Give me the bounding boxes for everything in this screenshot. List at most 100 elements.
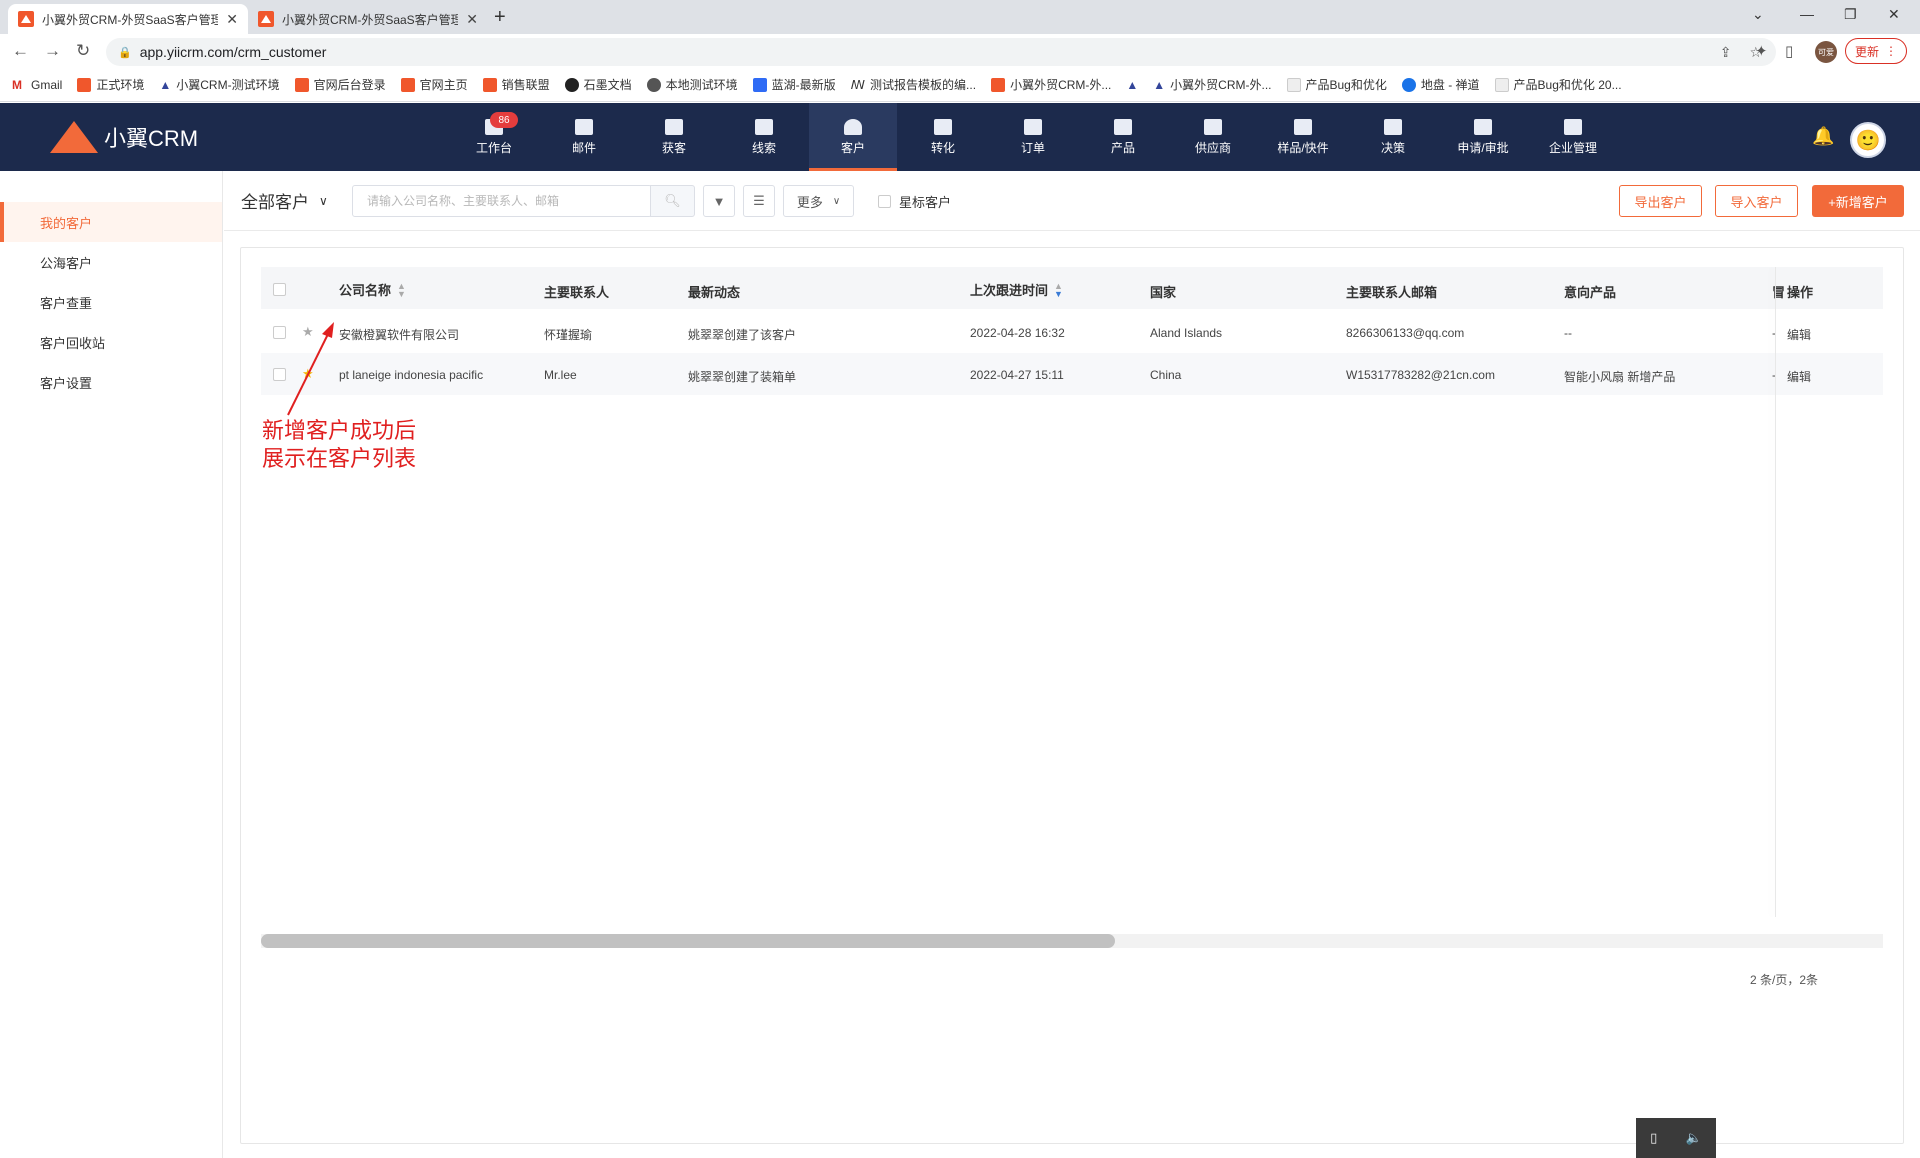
column-settings-button[interactable]: ☰ bbox=[743, 185, 775, 217]
bookmark-label: 产品Bug和优化 20... bbox=[1513, 78, 1622, 92]
edit-link[interactable]: 编辑 bbox=[1787, 326, 1811, 343]
bookmark-item[interactable]: 产品Bug和优化 bbox=[1286, 76, 1387, 93]
nav-item-enterprise[interactable]: 企业管理 bbox=[1529, 103, 1617, 171]
sort-icon[interactable]: ▲ ▼ bbox=[397, 281, 406, 298]
triangle-logo-icon: ▲ bbox=[1126, 77, 1139, 92]
nav-item-leads[interactable]: 线索 bbox=[720, 103, 808, 171]
sidebar-item-recycle-bin[interactable]: 客户回收站 bbox=[0, 322, 222, 362]
filter-button[interactable]: ▼ bbox=[703, 185, 735, 217]
sidebar-item-duplicate-check[interactable]: 客户查重 bbox=[0, 282, 222, 322]
back-icon[interactable]: ← bbox=[12, 41, 29, 61]
bookmark-item[interactable]: ▲ 小翼外贸CRM-外... bbox=[1153, 76, 1271, 93]
sidebar-item-public-customers[interactable]: 公海客户 bbox=[0, 242, 222, 282]
app-favicon-icon bbox=[991, 77, 1006, 92]
user-avatar[interactable]: 🙂 bbox=[1850, 122, 1886, 158]
select-all-checkbox[interactable] bbox=[273, 283, 286, 296]
restore-icon[interactable]: ❐ bbox=[1844, 6, 1857, 23]
bookmark-item[interactable]: 产品Bug和优化 20... bbox=[1494, 76, 1622, 93]
close-window-icon[interactable]: ✕ bbox=[1888, 6, 1900, 23]
search-button[interactable]: 🔍︎ bbox=[650, 185, 695, 217]
nav-item-conversion[interactable]: 转化 bbox=[899, 103, 987, 171]
browser-tab[interactable]: 小翼外贸CRM-外贸SaaS客户管理 ✕ bbox=[248, 4, 488, 34]
address-bar[interactable]: 🔒 app.yiicrm.com/crm_customer ⇪ ☆ bbox=[106, 38, 1776, 66]
supplier-icon bbox=[1204, 118, 1222, 135]
nav-item-mail[interactable]: 邮件 bbox=[540, 103, 628, 171]
column-header-company[interactable]: 公司名称 ▲ ▼ bbox=[339, 280, 406, 299]
search-input[interactable] bbox=[352, 185, 652, 217]
bookmark-item[interactable]: 石墨文档 bbox=[564, 76, 632, 93]
side-panel-icon[interactable]: ▯ bbox=[1785, 42, 1793, 60]
nav-item-acquire[interactable]: 获客 bbox=[630, 103, 718, 171]
bookmark-label: 小翼外贸CRM-外... bbox=[1010, 78, 1112, 92]
nav-label: 订单 bbox=[1020, 140, 1045, 155]
sort-icon[interactable]: ▲ ▼ bbox=[1054, 281, 1063, 298]
starred-filter-checkbox[interactable]: 星标客户 bbox=[878, 192, 951, 211]
update-button[interactable]: 更新 ⋮ bbox=[1845, 38, 1907, 64]
export-customer-button[interactable]: 导出客户 bbox=[1619, 185, 1702, 217]
add-customer-button[interactable]: +新增客户 bbox=[1812, 185, 1904, 217]
annotation-arrow bbox=[287, 322, 334, 416]
nav-item-order[interactable]: 订单 bbox=[989, 103, 1077, 171]
sidebar-item-settings[interactable]: 客户设置 bbox=[0, 362, 222, 402]
sidebar-item-my-customers[interactable]: 我的客户 bbox=[0, 202, 222, 242]
scrollbar-thumb[interactable] bbox=[261, 934, 1115, 948]
bookmark-label: 石墨文档 bbox=[583, 78, 632, 92]
nav-item-supplier[interactable]: 供应商 bbox=[1169, 103, 1257, 171]
bookmark-item[interactable]: 官网主页 bbox=[400, 76, 468, 93]
edit-link[interactable]: 编辑 bbox=[1787, 368, 1811, 385]
more-vert-icon: ⋮ bbox=[1885, 44, 1897, 58]
browser-tab[interactable]: 小翼外贸CRM-外贸SaaS客户管理 ✕ bbox=[8, 4, 248, 34]
forward-icon[interactable]: → bbox=[44, 41, 61, 61]
nav-item-customer[interactable]: 客户 bbox=[809, 103, 897, 171]
nav-item-approval[interactable]: 申请/审批 bbox=[1439, 103, 1527, 171]
bookmark-item[interactable]: 本地测试环境 bbox=[646, 76, 738, 93]
reload-icon[interactable]: ↻ bbox=[76, 41, 90, 61]
speaker-icon[interactable]: 🔈 bbox=[1686, 1130, 1702, 1146]
bookmark-item[interactable]: ꟿ 测试报告模板的编... bbox=[851, 76, 976, 93]
browser-profile-avatar[interactable]: 可爱 bbox=[1815, 41, 1837, 63]
nav-item-sample[interactable]: 样品/快件 bbox=[1259, 103, 1347, 171]
mouse-icon[interactable]: ▯ bbox=[1650, 1130, 1657, 1146]
header-label: 上次跟进时间 bbox=[970, 283, 1049, 298]
table-row[interactable] bbox=[261, 311, 1883, 353]
app-favicon-icon bbox=[482, 77, 497, 92]
bookmark-item[interactable]: 蓝湖-最新版 bbox=[752, 76, 836, 93]
zentao-icon bbox=[1401, 77, 1416, 92]
checkbox[interactable] bbox=[878, 195, 891, 208]
nav-item-decision[interactable]: 决策 bbox=[1349, 103, 1437, 171]
url-text: app.yiicrm.com/crm_customer bbox=[139, 44, 327, 60]
sidebar-item-label: 公海客户 bbox=[40, 255, 93, 271]
mail-icon bbox=[575, 118, 593, 135]
customer-scope-select[interactable]: 全部客户 ∨ bbox=[241, 188, 328, 213]
close-tab-icon[interactable]: ✕ bbox=[226, 11, 238, 28]
cell-company[interactable]: pt laneige indonesia pacific bbox=[339, 368, 483, 382]
share-icon[interactable]: ⇪ bbox=[1720, 44, 1732, 61]
bookmark-item[interactable]: 小翼外贸CRM-外... bbox=[991, 76, 1111, 93]
nav-label: 决策 bbox=[1380, 140, 1405, 155]
minimize-icon[interactable]: — bbox=[1800, 6, 1814, 22]
new-tab-icon[interactable]: + bbox=[494, 6, 506, 29]
column-header-last-follow[interactable]: 上次跟进时间 ▲ ▼ bbox=[970, 280, 1063, 299]
triangle-logo-icon: ▲ bbox=[159, 77, 172, 92]
bookmark-item[interactable]: 销售联盟 bbox=[482, 76, 550, 93]
cell-company[interactable]: 安徽橙翼软件有限公司 bbox=[339, 326, 459, 343]
more-dropdown[interactable]: 更多 ∨ bbox=[783, 185, 854, 217]
bookmark-item[interactable]: ▲ 小翼CRM-测试环境 bbox=[159, 76, 279, 93]
bookmark-item[interactable]: 正式环境 bbox=[77, 76, 144, 93]
bell-icon[interactable]: 🔔 bbox=[1812, 126, 1834, 147]
header-label: 操作 bbox=[1787, 285, 1814, 300]
bookmark-item[interactable]: 地盘 - 禅道 bbox=[1401, 76, 1480, 93]
chart-icon bbox=[1384, 118, 1402, 135]
close-tab-icon[interactable]: ✕ bbox=[466, 11, 478, 28]
bookmark-item[interactable]: ▲ bbox=[1126, 78, 1138, 92]
bookmark-item[interactable]: M Gmail bbox=[12, 77, 62, 92]
import-customer-button[interactable]: 导入客户 bbox=[1715, 185, 1798, 217]
bookmark-item[interactable]: 官网后台登录 bbox=[294, 76, 386, 93]
logo-triangle-icon bbox=[50, 121, 98, 153]
extensions-icon[interactable]: ✦ bbox=[1755, 42, 1768, 60]
app-favicon-icon bbox=[77, 77, 92, 92]
scope-label: 全部客户 bbox=[241, 193, 309, 212]
tab-search-icon[interactable]: ⌄ bbox=[1752, 6, 1764, 23]
nav-item-product[interactable]: 产品 bbox=[1079, 103, 1167, 171]
app-logo[interactable]: 小翼CRM bbox=[50, 121, 198, 153]
